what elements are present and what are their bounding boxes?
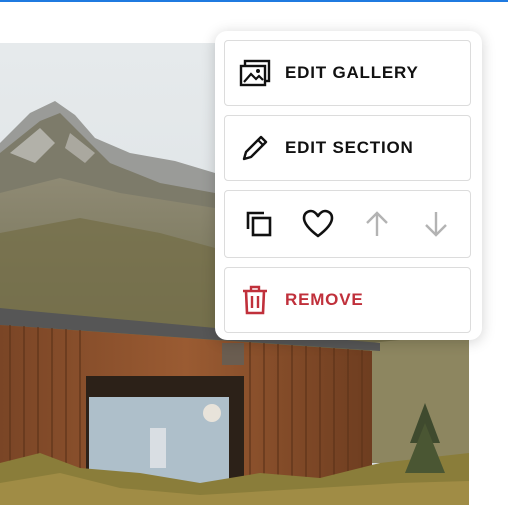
duplicate-icon[interactable] (241, 206, 277, 242)
heart-icon[interactable] (300, 206, 336, 242)
top-accent-bar (0, 0, 508, 2)
block-context-menu: EDIT GALLERY EDIT SECTION REMOVE (215, 31, 482, 340)
edit-section-button[interactable]: EDIT SECTION (224, 115, 471, 181)
edit-section-label: EDIT SECTION (285, 138, 414, 157)
edit-gallery-button[interactable]: EDIT GALLERY (224, 40, 471, 106)
pencil-icon (238, 131, 272, 165)
remove-label: REMOVE (285, 290, 364, 309)
arrow-down-icon[interactable] (418, 206, 454, 242)
image-gallery-icon (238, 56, 272, 90)
arrow-up-icon[interactable] (359, 206, 395, 242)
block-actions-row (224, 190, 471, 258)
remove-button[interactable]: REMOVE (224, 267, 471, 333)
trash-icon (238, 283, 272, 317)
edit-gallery-label: EDIT GALLERY (285, 63, 419, 82)
